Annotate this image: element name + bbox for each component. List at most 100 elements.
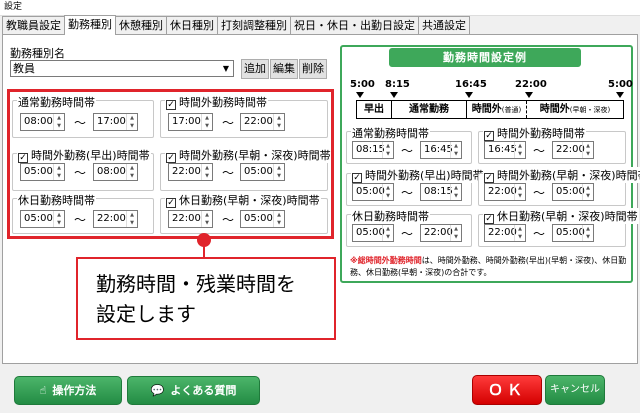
segment-overtime: 時間外(普通): [467, 101, 527, 118]
segment-early: 早出: [357, 101, 392, 118]
spin-arrows-icon: ▲ ▼: [382, 142, 393, 158]
edit-button[interactable]: 編集: [270, 59, 298, 79]
spinner-value: 08:15: [356, 144, 385, 155]
timeline-marker-icon: [465, 92, 473, 98]
range-separator: 〜: [533, 144, 546, 158]
button-label: 操作方法: [52, 384, 97, 397]
group-title: 通常勤務時間帯: [351, 125, 430, 141]
spin-arrows-icon: ▲ ▼: [382, 184, 393, 200]
group-title-text: 時間外勤務時間帯: [497, 127, 585, 140]
chevron-down-icon[interactable]: ▼: [219, 61, 233, 76]
segment-label: 時間外: [539, 104, 570, 115]
segment-sub: (早朝・深夜): [569, 106, 611, 114]
spin-arrows-icon: ▲ ▼: [450, 142, 461, 158]
timeline-time-2: 8:15: [385, 79, 410, 90]
tab-common-settings[interactable]: 共通設定: [418, 16, 470, 35]
delete-button[interactable]: 削除: [299, 59, 327, 79]
range-separator: 〜: [533, 227, 546, 241]
spin-arrows-icon: ▲ ▼: [582, 142, 593, 158]
ex-late-end: 05:00 ▲ ▼: [552, 183, 594, 201]
spinner-value: 05:00: [356, 186, 385, 197]
timeline-marker-icon: [390, 92, 398, 98]
ex-holiday-start: 05:00 ▲ ▼: [352, 224, 394, 242]
tab-calendar-settings[interactable]: 祝日・休日・出勤日設定: [290, 16, 419, 35]
add-button[interactable]: 追加: [241, 59, 269, 79]
spinner-value: 22:00: [556, 144, 585, 155]
note-highlight: ※総時間外勤務時間: [350, 256, 422, 265]
work-type-select[interactable]: 教員 ▼: [10, 60, 234, 77]
hand-pointer-icon: ☝: [39, 384, 47, 397]
faq-button[interactable]: 💬 よくある質問: [127, 376, 260, 405]
ex-overtime-start: 16:45 ▲ ▼: [484, 141, 526, 159]
work-type-value: 教員: [13, 62, 35, 75]
ex-early-start: 05:00 ▲ ▼: [352, 183, 394, 201]
group-title: ✓ 休日勤務(早朝・深夜)時間帯: [483, 208, 639, 224]
spinner-value: 22:00: [488, 186, 517, 197]
segment-late: 時間外(早朝・深夜): [527, 101, 623, 118]
timeline-bar: 早出 通常勤務 時間外(普通) 時間外(早朝・深夜): [356, 100, 624, 119]
spin-arrows-icon: ▲ ▼: [582, 184, 593, 200]
ex-early-end: 08:15 ▲ ▼: [420, 183, 462, 201]
checkbox-checked: ✓: [484, 173, 494, 183]
timeline-time-5: 5:00: [608, 79, 633, 90]
segment-sub: (普通): [501, 106, 522, 114]
example-title: 勤務時間設定例: [389, 48, 581, 67]
spin-arrows-icon: ▲ ▼: [514, 184, 525, 200]
group-title: ✓ 時間外勤務(早出)時間帯: [351, 167, 485, 183]
ex-normal-start: 08:15 ▲ ▼: [352, 141, 394, 159]
spin-arrows-icon: ▲ ▼: [514, 225, 525, 241]
spinner-value: 22:00: [488, 227, 517, 238]
spinner-value: 16:45: [424, 144, 453, 155]
tab-clock-adjust-type[interactable]: 打刻調整種別: [217, 16, 291, 35]
tab-holiday-type[interactable]: 休日種別: [166, 16, 218, 35]
callout-line-1: 勤務時間・残業時間を: [96, 272, 296, 296]
spin-arrows-icon: ▲ ▼: [382, 225, 393, 241]
segment-label: 時間外: [471, 104, 502, 115]
timeline-time-3: 16:45: [455, 79, 487, 90]
range-separator: 〜: [401, 144, 414, 158]
button-label: よくある質問: [170, 384, 237, 397]
ok-button[interactable]: ＯＫ: [472, 375, 542, 405]
callout-pointer-dot: [197, 233, 211, 247]
spinner-value: 08:15: [424, 186, 453, 197]
tab-break-type[interactable]: 休憩種別: [115, 16, 167, 35]
callout-line-2: 設定します: [96, 302, 196, 326]
timeline-marker-icon: [525, 92, 533, 98]
spinner-value: 05:00: [556, 186, 585, 197]
spinner-value: 16:45: [488, 144, 517, 155]
spin-arrows-icon: ▲ ▼: [450, 184, 461, 200]
spinner-value: 05:00: [356, 227, 385, 238]
ex-holiday-late-end: 05:00 ▲ ▼: [552, 224, 594, 242]
ex-normal-end: 16:45 ▲ ▼: [420, 141, 462, 159]
highlight-frame: [7, 89, 334, 239]
checkbox-checked: ✓: [352, 173, 362, 183]
range-separator: 〜: [401, 186, 414, 200]
tab-work-type[interactable]: 勤務種別: [64, 15, 116, 35]
cancel-button[interactable]: キャンセル: [545, 375, 605, 405]
howto-button[interactable]: ☝ 操作方法: [14, 376, 122, 405]
spinner-value: 22:00: [424, 227, 453, 238]
ex-late-start: 22:00 ▲ ▼: [484, 183, 526, 201]
tab-bar: 教職員設定 勤務種別 休憩種別 休日種別 打刻調整種別 祝日・休日・出勤日設定 …: [2, 15, 470, 35]
group-title-text: 休日勤務(早朝・深夜)時間帯: [497, 210, 638, 223]
range-separator: 〜: [401, 227, 414, 241]
group-title: 休日勤務時間帯: [351, 208, 430, 224]
callout-box: 勤務時間・残業時間を 設定します: [76, 257, 336, 340]
checkbox-checked: ✓: [484, 214, 494, 224]
timeline-marker-icon: [356, 92, 364, 98]
timeline-marker-icon: [616, 92, 624, 98]
group-title-text: 時間外勤務(早出)時間帯: [365, 169, 484, 182]
chat-bubble-icon: 💬: [150, 384, 165, 397]
spin-arrows-icon: ▲ ▼: [450, 225, 461, 241]
window-title: 設定: [0, 0, 640, 16]
segment-normal: 通常勤務: [392, 101, 467, 118]
checkbox-checked: ✓: [484, 131, 494, 141]
spin-arrows-icon: ▲ ▼: [514, 142, 525, 158]
range-separator: 〜: [533, 186, 546, 200]
group-title-text: 時間外勤務(早朝・深夜)時間帯: [497, 169, 640, 182]
group-title: ✓ 時間外勤務(早朝・深夜)時間帯: [483, 167, 640, 183]
work-type-label: 勤務種別名: [10, 47, 65, 60]
group-title: ✓ 時間外勤務時間帯: [483, 125, 586, 141]
tab-staff-settings[interactable]: 教職員設定: [2, 16, 65, 35]
ex-holiday-late-start: 22:00 ▲ ▼: [484, 224, 526, 242]
